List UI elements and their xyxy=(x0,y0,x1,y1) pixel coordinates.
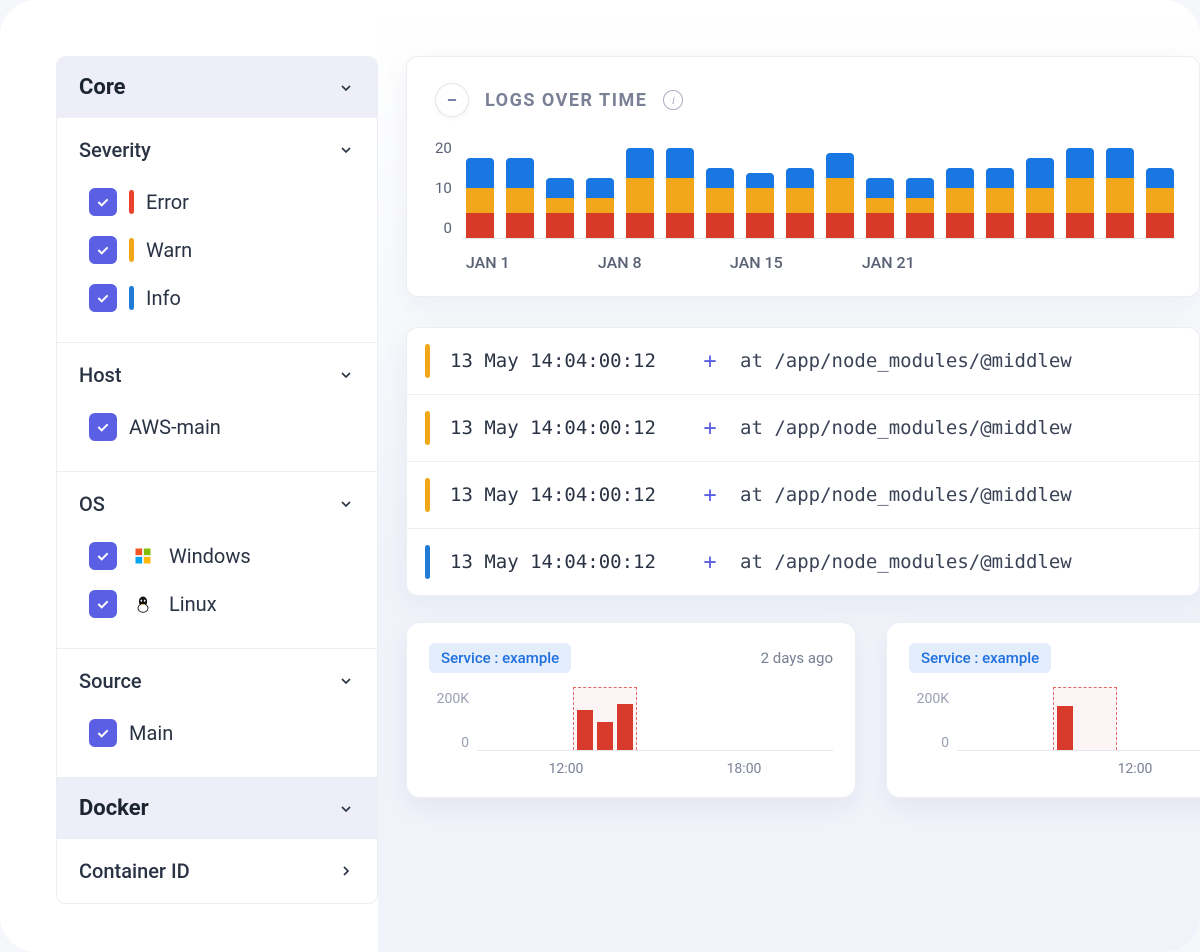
filter-section-source[interactable]: Source xyxy=(79,669,355,693)
collapse-button[interactable] xyxy=(435,83,469,117)
main-content: LOGS OVER TIME i 20 10 0 JAN 1 JAN 8 JAN… xyxy=(378,0,1200,952)
chart-bar[interactable] xyxy=(866,178,894,238)
chart-bar[interactable] xyxy=(786,168,814,238)
linux-icon xyxy=(129,590,157,618)
log-list: 13 May 14:04:00:12 + at /app/node_modules/… xyxy=(406,327,1200,596)
chart-bar[interactable] xyxy=(1066,148,1094,238)
chevron-down-icon xyxy=(337,79,355,97)
chart-bar[interactable] xyxy=(666,148,694,238)
service-mini-card[interactable]: Service : example 200K0 12:00 xyxy=(886,622,1200,798)
filter-group-title: Docker xyxy=(79,796,149,821)
log-row[interactable]: 13 May 14:04:00:12 + at /app/node_modules/… xyxy=(407,395,1199,462)
log-row[interactable]: 13 May 14:04:00:12 + at /app/node_modules/… xyxy=(407,462,1199,529)
filter-group-docker[interactable]: Docker xyxy=(57,778,377,839)
filter-item-windows[interactable]: Windows xyxy=(89,532,355,580)
expand-icon[interactable]: + xyxy=(700,349,720,374)
filter-section-container-id[interactable]: Container ID xyxy=(79,859,355,883)
mini-x-axis: 12:0018:00 xyxy=(477,761,833,777)
log-severity-indicator xyxy=(425,545,430,579)
log-timestamp: 13 May 14:04:00:12 xyxy=(450,484,680,506)
chevron-down-icon xyxy=(337,672,355,690)
expand-icon[interactable]: + xyxy=(700,483,720,508)
severity-color-info xyxy=(129,286,134,310)
checkbox-checked-icon[interactable] xyxy=(89,413,117,441)
logs-over-time-card: LOGS OVER TIME i 20 10 0 JAN 1 JAN 8 JAN… xyxy=(406,56,1200,297)
log-timestamp: 13 May 14:04:00:12 xyxy=(450,417,680,439)
log-message: at /app/node_modules/@middlew xyxy=(740,350,1072,372)
windows-icon xyxy=(129,542,157,570)
log-message: at /app/node_modules/@middlew xyxy=(740,417,1072,439)
mini-chart-selection xyxy=(573,687,637,750)
mini-card-age: 2 days ago xyxy=(761,649,833,667)
filter-item-info[interactable]: Info xyxy=(89,274,355,322)
filter-item-linux[interactable]: Linux xyxy=(89,580,355,628)
checkbox-checked-icon[interactable] xyxy=(89,284,117,312)
chart-y-axis: 20 10 0 xyxy=(435,139,452,239)
chart-bar[interactable] xyxy=(826,153,854,238)
mini-chart-selection xyxy=(1053,687,1117,750)
log-message: at /app/node_modules/@middlew xyxy=(740,551,1072,573)
chevron-down-icon xyxy=(337,495,355,513)
info-icon[interactable]: i xyxy=(663,90,683,110)
filter-item-main[interactable]: Main xyxy=(89,709,355,757)
log-severity-indicator xyxy=(425,344,430,378)
service-pill[interactable]: Service : example xyxy=(429,643,571,673)
chevron-down-icon xyxy=(337,366,355,384)
severity-color-warn xyxy=(129,238,134,262)
chevron-down-icon xyxy=(337,141,355,159)
chart-bar[interactable] xyxy=(986,168,1014,238)
chart-bar[interactable] xyxy=(1026,158,1054,238)
chart-bar[interactable] xyxy=(506,158,534,238)
chart-title: LOGS OVER TIME xyxy=(485,90,647,111)
chevron-down-icon xyxy=(337,800,355,818)
log-severity-indicator xyxy=(425,478,430,512)
chart-x-axis: JAN 1 JAN 8 JAN 15 JAN 21 xyxy=(462,253,1174,272)
filter-group-core[interactable]: Core xyxy=(57,57,377,118)
chart-bar[interactable] xyxy=(946,168,974,238)
checkbox-checked-icon[interactable] xyxy=(89,188,117,216)
chart-bar[interactable] xyxy=(466,158,494,238)
filter-section-host[interactable]: Host xyxy=(79,363,355,387)
filter-sidebar: Core Severity Error xyxy=(0,0,378,952)
chart-bar[interactable] xyxy=(746,173,774,238)
chart-bar[interactable] xyxy=(706,168,734,238)
chart-bar[interactable] xyxy=(546,178,574,238)
log-row[interactable]: 13 May 14:04:00:12 + at /app/node_modules/… xyxy=(407,529,1199,595)
mini-card-row: Service : example 2 days ago 200K0 12:0018:… xyxy=(406,622,1200,798)
mini-x-axis: 12:00 xyxy=(957,761,1200,777)
log-timestamp: 13 May 14:04:00:12 xyxy=(450,551,680,573)
log-row[interactable]: 13 May 14:04:00:12 + at /app/node_modules/… xyxy=(407,328,1199,395)
filter-group-title: Core xyxy=(79,75,126,100)
chart-bars xyxy=(462,139,1174,239)
mini-y-axis: 200K0 xyxy=(429,691,469,751)
log-timestamp: 13 May 14:04:00:12 xyxy=(450,350,680,372)
checkbox-checked-icon[interactable] xyxy=(89,719,117,747)
severity-color-error xyxy=(129,190,134,214)
chart-bar[interactable] xyxy=(1106,148,1134,238)
checkbox-checked-icon[interactable] xyxy=(89,542,117,570)
log-message: at /app/node_modules/@middlew xyxy=(740,484,1072,506)
log-severity-indicator xyxy=(425,411,430,445)
filter-item-warn[interactable]: Warn xyxy=(89,226,355,274)
chart-bar[interactable] xyxy=(586,178,614,238)
chart-bar[interactable] xyxy=(1146,168,1174,238)
mini-y-axis: 200K0 xyxy=(909,691,949,751)
chevron-right-icon xyxy=(337,862,355,880)
chart-bar[interactable] xyxy=(906,178,934,238)
service-pill[interactable]: Service : example xyxy=(909,643,1051,673)
filter-section-severity[interactable]: Severity xyxy=(79,138,355,162)
filter-item-error[interactable]: Error xyxy=(89,178,355,226)
chart-bar[interactable] xyxy=(626,148,654,238)
mini-chart-bars xyxy=(477,691,833,751)
expand-icon[interactable]: + xyxy=(700,550,720,575)
filter-item-aws-main[interactable]: AWS-main xyxy=(89,403,355,451)
checkbox-checked-icon[interactable] xyxy=(89,590,117,618)
filter-section-os[interactable]: OS xyxy=(79,492,355,516)
expand-icon[interactable]: + xyxy=(700,416,720,441)
service-mini-card[interactable]: Service : example 2 days ago 200K0 12:0018:… xyxy=(406,622,856,798)
mini-chart-bars xyxy=(957,691,1200,751)
checkbox-checked-icon[interactable] xyxy=(89,236,117,264)
